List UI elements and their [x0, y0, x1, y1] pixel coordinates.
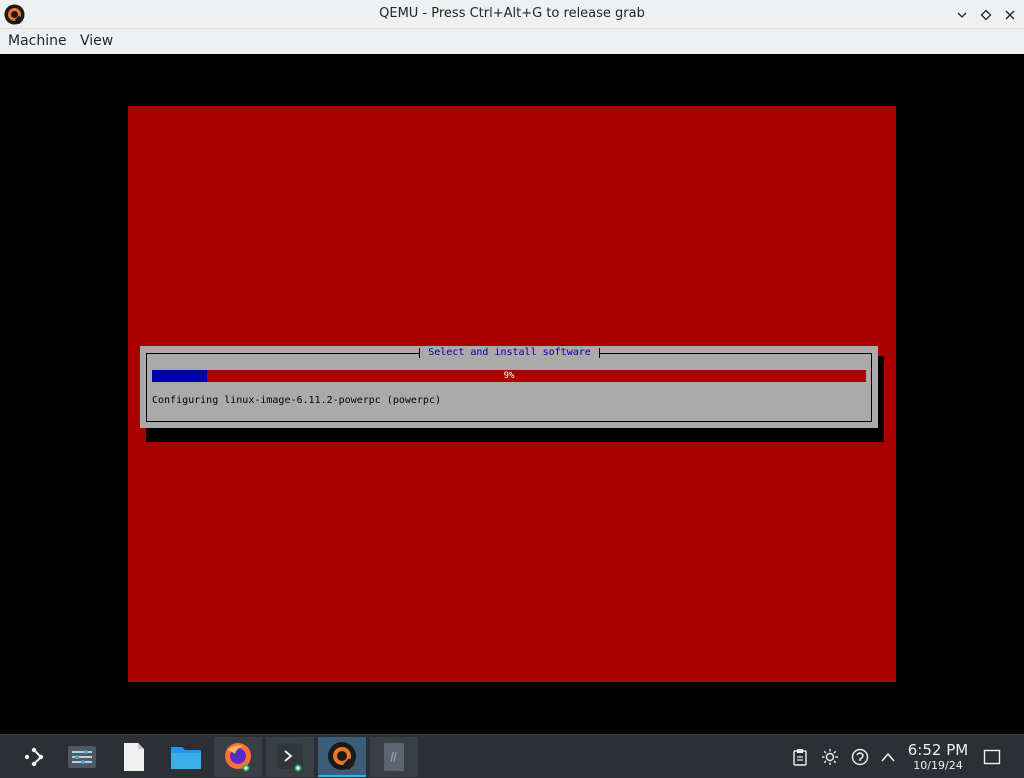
menubar: Machine View: [0, 29, 1024, 54]
dialog-frame-top-left: [146, 353, 419, 354]
file-manager-icon[interactable]: [162, 737, 210, 777]
app-launcher-icon[interactable]: [10, 737, 58, 777]
vm-display[interactable]: Select and install software 9% Configuri…: [0, 54, 1024, 734]
dialog-frame: [146, 353, 872, 422]
clipboard-icon[interactable]: [790, 747, 810, 767]
expand-tray-icon[interactable]: [878, 747, 898, 767]
firefox-icon[interactable]: [214, 737, 262, 777]
show-desktop-icon[interactable]: [982, 747, 1002, 767]
brightness-icon[interactable]: [820, 747, 840, 767]
system-settings-icon[interactable]: [58, 737, 106, 777]
menu-view[interactable]: View: [80, 33, 113, 49]
dialog-title: Select and install software: [419, 346, 600, 360]
dialog-frame-top-right: [600, 353, 872, 354]
progress-percent-label: 9%: [503, 371, 515, 381]
window-titlebar[interactable]: QEMU - Press Ctrl+Alt+G to release grab: [0, 0, 1024, 29]
progress-bar: 9%: [152, 370, 866, 382]
maximize-icon[interactable]: [976, 5, 996, 25]
qemu-icon[interactable]: [318, 737, 366, 777]
document-viewer-icon[interactable]: [370, 737, 418, 777]
network-icon[interactable]: [850, 747, 870, 767]
status-message: Configuring linux-image-6.11.2-powerpc (…: [152, 395, 441, 406]
close-icon[interactable]: [1000, 5, 1020, 25]
progress-dialog: Select and install software 9% Configuri…: [140, 346, 878, 428]
menu-machine[interactable]: Machine: [8, 33, 67, 49]
window-title: QEMU - Press Ctrl+Alt+G to release grab: [379, 6, 645, 21]
clock-time[interactable]: 6:52 PM: [906, 741, 970, 759]
clock-date[interactable]: 10/19/24: [906, 759, 970, 772]
terminal-icon[interactable]: [266, 737, 314, 777]
minimize-icon[interactable]: [952, 5, 972, 25]
taskbar: 6:52 PM 10/19/24: [0, 734, 1024, 778]
text-file-icon[interactable]: [110, 737, 158, 777]
